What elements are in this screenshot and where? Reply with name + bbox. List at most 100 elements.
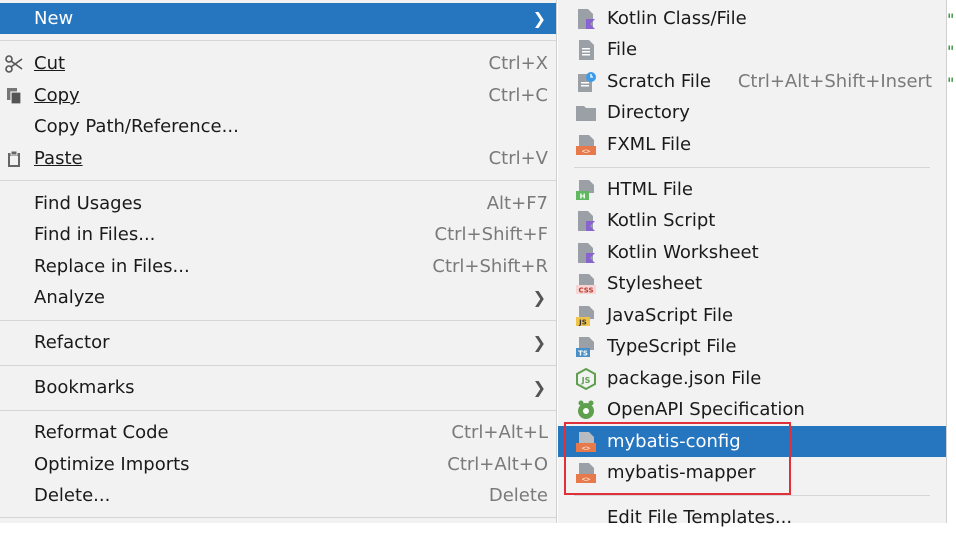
- chevron-right-icon: ❯: [532, 378, 546, 397]
- separator: [0, 180, 556, 181]
- menu-item-copy-path[interactable]: Copy Path/Reference...: [0, 111, 556, 142]
- shortcut-label: Ctrl+Alt+L: [451, 422, 548, 443]
- xml-template-icon: <>: [575, 431, 597, 453]
- submenu-item-label: Edit File Templates...: [607, 507, 793, 528]
- submenu-item-label: mybatis-config: [607, 431, 741, 452]
- submenu-item-mybatis-mapper[interactable]: <> mybatis-mapper: [558, 457, 946, 488]
- menu-item-label: Optimize Imports: [34, 454, 190, 475]
- svg-text:JS: JS: [581, 376, 591, 385]
- menu-item-label: New: [34, 8, 74, 29]
- submenu-item-typescript-file[interactable]: TS TypeScript File: [558, 331, 946, 362]
- menu-item-find-in-files[interactable]: Find in Files... Ctrl+Shift+F: [0, 219, 556, 250]
- scratch-file-icon: [575, 71, 597, 93]
- shortcut-label: Delete: [488, 485, 548, 506]
- menu-item-find-usages[interactable]: Find Usages Alt+F7: [0, 188, 556, 219]
- submenu-item-javascript-file[interactable]: JS JavaScript File: [558, 300, 946, 331]
- submenu-item-label: TypeScript File: [607, 336, 737, 357]
- submenu-item-scratch-file[interactable]: Scratch File Ctrl+Alt+Shift+Insert: [558, 66, 946, 97]
- menu-item-refactor[interactable]: Refactor ❯: [0, 327, 556, 358]
- menu-item-paste[interactable]: Paste Ctrl+V: [0, 143, 556, 174]
- submenu-item-label: Scratch File: [607, 71, 711, 92]
- chevron-right-icon: ❯: [532, 333, 546, 352]
- submenu-item-label: package.json File: [607, 368, 762, 389]
- shortcut-label: Alt+F7: [486, 193, 548, 214]
- menu-item-reformat-code[interactable]: Reformat Code Ctrl+Alt+L: [0, 417, 556, 448]
- separator: [0, 517, 556, 518]
- submenu-item-stylesheet[interactable]: CSS Stylesheet: [558, 268, 946, 299]
- html-file-icon: H: [575, 179, 597, 201]
- separator: [0, 410, 556, 411]
- menu-item-cut[interactable]: Cut Ctrl+X: [0, 48, 556, 79]
- menu-item-replace-in-files[interactable]: Replace in Files... Ctrl+Shift+R: [0, 251, 556, 282]
- submenu-item-label: OpenAPI Specification: [607, 399, 805, 420]
- menu-item-label: Reformat Code: [34, 422, 169, 443]
- submenu-item-label: Stylesheet: [607, 273, 703, 294]
- separator: [574, 495, 930, 496]
- clipboard-icon: [4, 149, 24, 169]
- submenu-item-openapi-specification[interactable]: OpenAPI Specification: [558, 394, 946, 425]
- menu-item-label: Analyze: [34, 287, 105, 308]
- menu-item-delete[interactable]: Delete... Delete: [0, 480, 556, 511]
- fxml-file-icon: <>: [575, 134, 597, 156]
- submenu-item-label: HTML File: [607, 179, 693, 200]
- shortcut-label: Ctrl+V: [488, 148, 548, 169]
- submenu-item-label: Kotlin Worksheet: [607, 242, 759, 263]
- separator: [0, 365, 556, 366]
- menu-item-label: Bookmarks: [34, 377, 135, 398]
- menu-item-label: Cut: [34, 53, 66, 74]
- kotlin-worksheet-icon: [575, 242, 597, 264]
- code-fragment: ": [947, 10, 955, 29]
- shortcut-label: Ctrl+C: [488, 85, 548, 106]
- svg-text:H: H: [580, 192, 586, 200]
- menu-item-label: Refactor: [34, 332, 110, 353]
- submenu-item-mybatis-config[interactable]: <> mybatis-config: [558, 426, 946, 457]
- menu-item-label: Copy: [34, 85, 80, 106]
- submenu-item-label: JavaScript File: [607, 305, 734, 326]
- submenu-item-label: mybatis-mapper: [607, 462, 756, 483]
- nodejs-icon: JS: [575, 367, 597, 390]
- file-icon: [575, 39, 597, 61]
- kotlin-file-icon: [575, 8, 597, 30]
- copy-icon: [4, 86, 24, 106]
- code-fragment: ": [947, 42, 955, 61]
- xml-template-icon: <>: [575, 462, 597, 484]
- submenu-item-label: Kotlin Class/File: [607, 8, 747, 29]
- kotlin-script-icon: [575, 210, 597, 232]
- editor-background: " " ": [947, 0, 956, 523]
- submenu-item-file[interactable]: File: [558, 34, 946, 65]
- submenu-item-package-json-file[interactable]: JS package.json File: [558, 363, 946, 394]
- js-file-icon: JS: [575, 305, 597, 327]
- menu-item-label: Delete...: [34, 485, 111, 506]
- code-fragment: ": [947, 74, 955, 93]
- shortcut-label: Ctrl+X: [488, 53, 548, 74]
- submenu-item-edit-file-templates[interactable]: Edit File Templates...: [558, 502, 946, 533]
- submenu-item-fxml-file[interactable]: <> FXML File: [558, 129, 946, 160]
- svg-text:TS: TS: [578, 349, 588, 357]
- svg-text:<>: <>: [582, 444, 590, 452]
- menu-item-copy[interactable]: Copy Ctrl+C: [0, 80, 556, 111]
- openapi-icon: [575, 399, 597, 421]
- submenu-item-html-file[interactable]: H HTML File: [558, 174, 946, 205]
- svg-text:JS: JS: [578, 318, 587, 326]
- svg-text:<>: <>: [582, 147, 590, 155]
- context-menu: New ❯ Cut Ctrl+X Copy Ctrl+C Copy Path/R…: [0, 0, 557, 523]
- submenu-item-label: Kotlin Script: [607, 210, 716, 231]
- menu-item-label: Paste: [34, 148, 83, 169]
- submenu-item-kotlin-worksheet[interactable]: Kotlin Worksheet: [558, 237, 946, 268]
- chevron-right-icon: ❯: [532, 9, 546, 28]
- menu-item-optimize-imports[interactable]: Optimize Imports Ctrl+Alt+O: [0, 449, 556, 480]
- submenu-item-kotlin-script[interactable]: Kotlin Script: [558, 205, 946, 236]
- shortcut-label: Ctrl+Alt+Shift+Insert: [737, 71, 932, 92]
- separator: [0, 40, 556, 41]
- menu-item-new[interactable]: New ❯: [0, 3, 556, 34]
- submenu-item-label: FXML File: [607, 134, 692, 155]
- submenu-item-kotlin-class-file[interactable]: Kotlin Class/File: [558, 3, 946, 34]
- svg-text:<>: <>: [582, 475, 590, 483]
- chevron-right-icon: ❯: [532, 288, 546, 307]
- scissors-icon: [4, 54, 24, 74]
- submenu-item-directory[interactable]: Directory: [558, 97, 946, 128]
- menu-item-label: Copy Path/Reference...: [34, 116, 239, 137]
- menu-item-bookmarks[interactable]: Bookmarks ❯: [0, 372, 556, 403]
- menu-item-analyze[interactable]: Analyze ❯: [0, 282, 556, 313]
- separator: [0, 320, 556, 321]
